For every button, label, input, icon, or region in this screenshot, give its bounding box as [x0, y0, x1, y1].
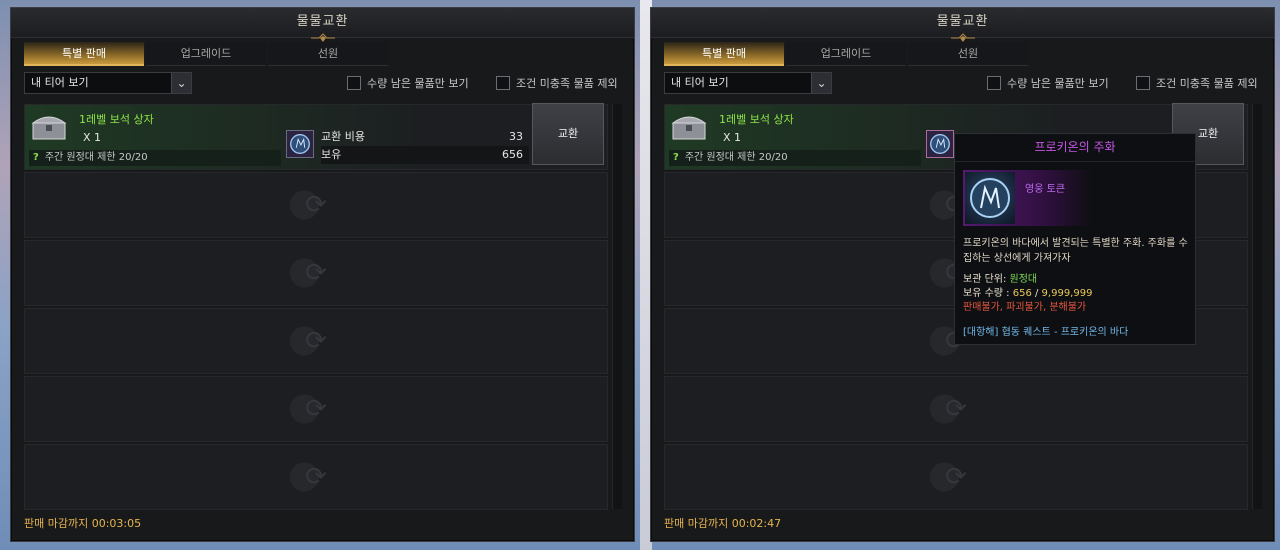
tab-crew[interactable]: 선원 [908, 42, 1028, 66]
window-title: 물물교환 [936, 14, 989, 29]
weekly-limit: ? 주간 원정대 제한 20/20 [29, 150, 281, 166]
item-quantity: X 1 [83, 131, 102, 144]
tooltip-title: 프로키온의 주화 [955, 134, 1195, 162]
empty-row: ⟳ [24, 376, 608, 442]
exchange-cost-label: 교환 비용 [321, 130, 365, 143]
barter-item-row[interactable]: 1레벨 보석 상자 X 1 ? 주간 원정대 제한 20/20 교환 비용 33 … [24, 103, 608, 170]
exchange-arrows-icon: ⟳ [945, 394, 967, 424]
tab-bar: 특별 판매 업그레이드 선원 [664, 42, 1030, 66]
empty-row: ⟳ [24, 240, 608, 306]
tab-special-sale[interactable]: 특별 판매 [24, 42, 144, 66]
tier-dropdown[interactable]: 내 티어 보기 ⌄ [24, 72, 192, 94]
empty-row: ⟳ [24, 172, 608, 238]
exchange-button[interactable]: 교환 [532, 103, 604, 165]
tooltip-owned: 보유 수량 : 656 / 9,999,999 [963, 284, 1092, 299]
owned-label: 보유 [321, 148, 342, 161]
barter-item-list: 1레벨 보석 상자 X 1 ? 주간 원정대 제한 20/20 교환 비용 33 … [24, 103, 608, 510]
exchange-arrows-icon: ⟳ [945, 462, 967, 492]
filter-row: 내 티어 보기 ⌄ 수량 남은 물품만 보기 조건 미충족 물품 제외 [24, 72, 626, 94]
window-title: 물물교환 [296, 14, 349, 29]
treasure-chest-icon [31, 116, 67, 140]
sale-countdown: 판매 마감까지 00:03:05 [24, 517, 142, 530]
exchange-arrows-icon: ⟳ [305, 190, 327, 220]
list-scrollbar[interactable] [1252, 104, 1262, 509]
exchange-arrows-icon: ⟳ [305, 394, 327, 424]
question-icon[interactable]: ? [33, 152, 39, 163]
remaining-only-toggle[interactable]: 수량 남은 물품만 보기 [987, 75, 1109, 91]
tab-crew[interactable]: 선원 [268, 42, 388, 66]
tab-special-sale[interactable]: 특별 판매 [664, 42, 784, 66]
tier-dropdown-value: 내 티어 보기 [671, 76, 729, 89]
tab-upgrade[interactable]: 업그레이드 [786, 42, 906, 66]
tooltip-grade: 영웅 토큰 [1025, 184, 1065, 195]
procyon-coin-icon[interactable] [286, 130, 314, 158]
empty-row: ⟳ [664, 444, 1248, 510]
cost-box: 교환 비용 33 보유 656 [285, 128, 529, 166]
chevron-down-icon[interactable]: ⌄ [811, 73, 831, 93]
chevron-down-icon[interactable]: ⌄ [171, 73, 191, 93]
empty-row: ⟳ [664, 376, 1248, 442]
item-tooltip: 프로키온의 주화 영웅 토큰 프로키온의 바다에서 발견되는 특별한 주화. 주… [954, 133, 1196, 345]
remaining-only-checkbox[interactable] [987, 76, 1001, 90]
remaining-only-label: 수량 남은 물품만 보기 [1007, 77, 1109, 90]
weekly-limit-text: 주간 원정대 제한 20/20 [684, 152, 788, 163]
exclude-unmet-checkbox[interactable] [496, 76, 510, 90]
remaining-only-toggle[interactable]: 수량 남은 물품만 보기 [347, 75, 469, 91]
item-quantity: X 1 [723, 131, 742, 144]
empty-row: ⟳ [24, 444, 608, 510]
procyon-coin-icon[interactable] [926, 130, 954, 158]
exchange-cost-value: 33 [509, 130, 523, 143]
item-name: 1레벨 보석 상자 [719, 113, 794, 126]
tier-dropdown-value: 내 티어 보기 [31, 76, 89, 89]
procyon-coin-icon [965, 172, 1015, 224]
exclude-unmet-toggle[interactable]: 조건 미충족 물품 제외 [1136, 75, 1258, 91]
owned-value: 656 [502, 148, 523, 161]
tooltip-restrictions: 판매불가, 파괴불가, 분해불가 [963, 302, 1087, 313]
remaining-only-checkbox[interactable] [347, 76, 361, 90]
exclude-unmet-checkbox[interactable] [1136, 76, 1150, 90]
treasure-chest-icon [671, 116, 707, 140]
question-icon[interactable]: ? [673, 152, 679, 163]
exchange-cost: 교환 비용 33 [321, 128, 529, 146]
window-title-bar[interactable]: 물물교환 [651, 8, 1274, 42]
weekly-limit-text: 주간 원정대 제한 20/20 [44, 152, 148, 163]
tooltip-storage: 보관 단위: 원정대 [963, 270, 1037, 285]
list-scrollbar[interactable] [612, 104, 622, 509]
barter-window-left: 물물교환 특별 판매 업그레이드 선원 내 티어 보기 ⌄ 수량 남은 물품만 … [10, 7, 635, 542]
owned-amount: 보유 656 [321, 146, 529, 164]
remaining-only-label: 수량 남은 물품만 보기 [367, 77, 469, 90]
exchange-arrows-icon: ⟳ [305, 326, 327, 356]
tooltip-source: [대항해] 협동 퀘스트 - 프로키온의 바다 [963, 327, 1129, 338]
tooltip-icon-area: 영웅 토큰 [963, 170, 1093, 226]
filter-row: 내 티어 보기 ⌄ 수량 남은 물품만 보기 조건 미충족 물품 제외 [664, 72, 1266, 94]
window-title-bar[interactable]: 물물교환 [11, 8, 634, 42]
exclude-unmet-toggle[interactable]: 조건 미충족 물품 제외 [496, 75, 618, 91]
empty-row: ⟳ [24, 308, 608, 374]
tier-dropdown[interactable]: 내 티어 보기 ⌄ [664, 72, 832, 94]
exchange-arrows-icon: ⟳ [305, 258, 327, 288]
exclude-unmet-label: 조건 미충족 물품 제외 [516, 77, 618, 90]
exchange-arrows-icon: ⟳ [305, 462, 327, 492]
tab-upgrade[interactable]: 업그레이드 [146, 42, 266, 66]
weekly-limit: ? 주간 원정대 제한 20/20 [669, 150, 921, 166]
sale-countdown: 판매 마감까지 00:02:47 [664, 517, 782, 530]
item-name: 1레벨 보석 상자 [79, 113, 154, 126]
tooltip-description: 프로키온의 바다에서 발견되는 특별한 주화. 주화를 수집하는 상선에게 가져… [963, 238, 1188, 264]
tab-bar: 특별 판매 업그레이드 선원 [24, 42, 390, 66]
exclude-unmet-label: 조건 미충족 물품 제외 [1156, 77, 1258, 90]
